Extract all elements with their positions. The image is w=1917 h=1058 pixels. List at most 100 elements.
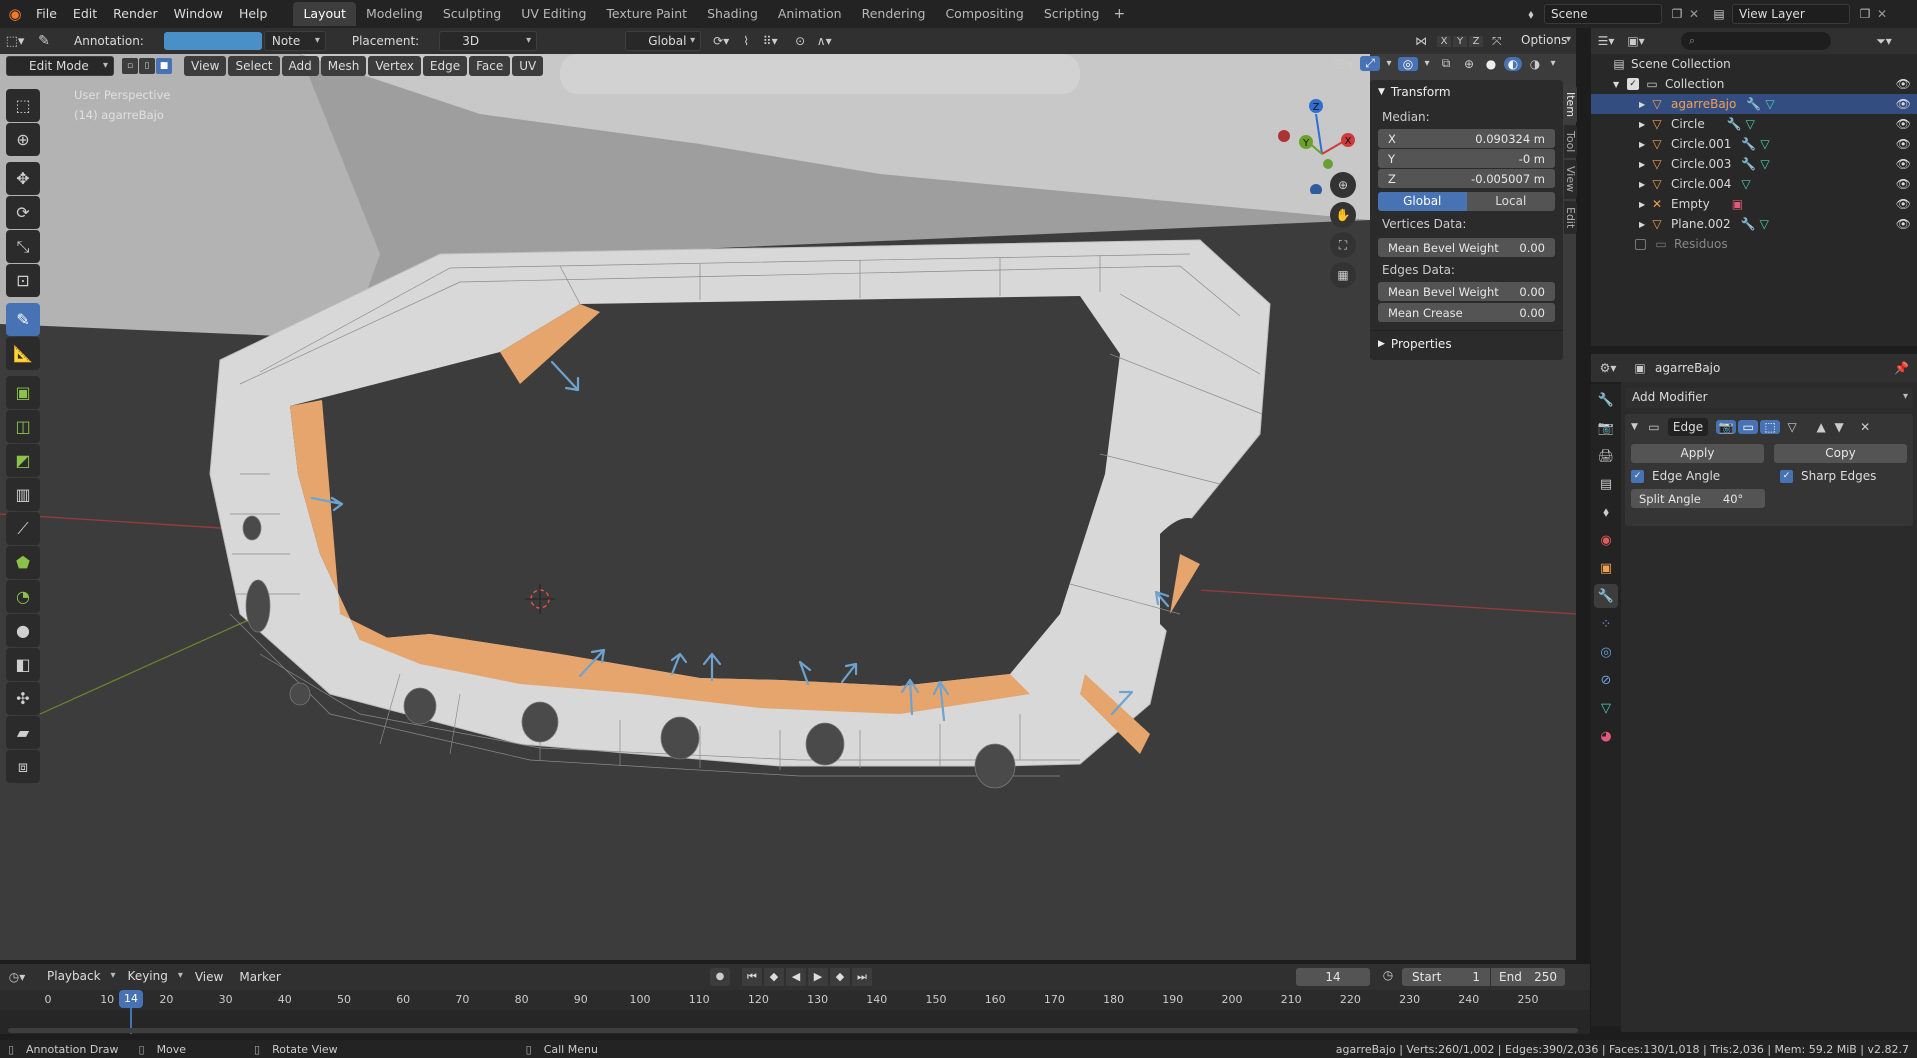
- ortho-grid-icon[interactable]: ▦: [1330, 262, 1356, 288]
- annotate-tool-icon-active[interactable]: ✎: [6, 303, 40, 336]
- view-layer-close-icon[interactable]: ✕: [1874, 7, 1890, 21]
- cage-toggle-icon[interactable]: ▽: [1782, 420, 1802, 434]
- camera-view-icon[interactable]: ⛶: [1330, 232, 1356, 258]
- local-toggle[interactable]: Local: [1466, 192, 1555, 211]
- overlays-icon[interactable]: ◎: [1398, 56, 1418, 71]
- outliner-item-circle-001[interactable]: ▶ ▽ Circle.001 🔧 ▽ 👁: [1591, 134, 1917, 154]
- play-icon[interactable]: ▶: [808, 968, 828, 986]
- record-icon[interactable]: ●: [710, 968, 730, 986]
- expand-icon[interactable]: ▶: [1639, 160, 1649, 169]
- item-eye-icon[interactable]: 👁: [1896, 117, 1911, 131]
- add-workspace-icon[interactable]: +: [1109, 6, 1129, 22]
- render-toggle-icon[interactable]: 📷: [1716, 420, 1737, 434]
- gizmo-toggle-icon[interactable]: ⤢: [1360, 56, 1380, 71]
- inset-tool-icon[interactable]: ◫: [6, 410, 40, 443]
- note-dropdown[interactable]: Note: [263, 31, 326, 51]
- menu-edge[interactable]: Edge: [422, 56, 468, 76]
- view-layer-tab-icon[interactable]: ▤: [1594, 472, 1618, 496]
- item-eye-icon[interactable]: 👁: [1896, 177, 1911, 191]
- tab-view[interactable]: View: [1564, 160, 1577, 199]
- tab-sculpting[interactable]: Sculpting: [433, 2, 511, 26]
- timeline-view-menu[interactable]: View: [188, 967, 230, 987]
- transform-panel-header[interactable]: ▼ Transform: [1370, 80, 1563, 104]
- menu-render[interactable]: Render: [105, 0, 166, 28]
- material-tab-icon[interactable]: ◕: [1594, 724, 1618, 748]
- data-tab-icon[interactable]: ▽: [1594, 696, 1618, 720]
- mode-dropdown[interactable]: Edit Mode: [6, 56, 114, 76]
- spin-tool-icon[interactable]: ◔: [6, 580, 40, 613]
- tab-item[interactable]: Item: [1564, 86, 1577, 124]
- playhead[interactable]: 14: [119, 990, 143, 1008]
- menu-select[interactable]: Select: [228, 56, 280, 76]
- face-select-icon[interactable]: ■: [156, 58, 172, 74]
- scene-field[interactable]: Scene: [1544, 4, 1662, 24]
- item-eye-icon[interactable]: 👁: [1896, 137, 1911, 151]
- remove-modifier-icon[interactable]: ✕: [1856, 420, 1874, 434]
- outliner-item-agarrebajo[interactable]: ▶ ▽ agarreBajo 🔧 ▽ 👁: [1591, 94, 1917, 114]
- menu-vertex[interactable]: Vertex: [368, 56, 421, 76]
- pan-hand-icon[interactable]: ✋: [1330, 202, 1356, 228]
- jump-start-icon[interactable]: ⏮: [742, 968, 762, 986]
- outliner-item-circle[interactable]: ▶ ▽ Circle 🔧 ▽ 👁: [1591, 114, 1917, 134]
- filter-icon[interactable]: ⏷▾: [1871, 34, 1897, 49]
- measure-tool-icon[interactable]: 📐: [6, 337, 40, 370]
- rip-region-tool-icon[interactable]: ⧈: [6, 750, 40, 783]
- extrude-tool-icon[interactable]: ▣: [6, 376, 40, 409]
- expand-icon[interactable]: ▶: [1639, 100, 1649, 109]
- outliner-item-plane-002[interactable]: ▶ ▽ Plane.002 🔧 ▽ 👁: [1591, 214, 1917, 234]
- menu-file[interactable]: File: [28, 0, 65, 28]
- pivot-icon[interactable]: ⟳▾: [707, 34, 735, 48]
- annotation-color-swatch[interactable]: [163, 32, 262, 50]
- vertex-select-icon[interactable]: ▫: [122, 58, 138, 74]
- physics-tab-icon[interactable]: ◎: [1594, 640, 1618, 664]
- smooth-tool-icon[interactable]: ●: [6, 614, 40, 647]
- output-tab-icon[interactable]: 🖨: [1594, 444, 1618, 468]
- menu-add[interactable]: Add: [281, 56, 319, 76]
- rotate-tool-icon[interactable]: ⟳: [6, 196, 40, 229]
- outliner-item-circle-003[interactable]: ▶ ▽ Circle.003 🔧 ▽ 👁: [1591, 154, 1917, 174]
- tool-tab-icon[interactable]: 🔧: [1594, 388, 1618, 412]
- outliner-collection-residuos[interactable]: ▭ Residuos: [1591, 234, 1917, 254]
- tab-tool[interactable]: Tool: [1564, 125, 1577, 159]
- 3d-viewport[interactable]: Edit Mode ▫ ▯ ■ View Select Add Mesh Ver…: [0, 54, 1576, 960]
- expand-icon[interactable]: ▶: [1639, 180, 1649, 189]
- properties-editor-type-icon[interactable]: ⚙▾: [1591, 361, 1625, 375]
- tab-animation[interactable]: Animation: [768, 2, 852, 26]
- edge-slide-tool-icon[interactable]: ◧: [6, 648, 40, 681]
- pin-icon[interactable]: 📌: [1894, 361, 1909, 375]
- vertex-mean-bevel-field[interactable]: Mean Bevel Weight 0.00: [1378, 238, 1555, 257]
- expand-icon[interactable]: ▶: [1639, 200, 1649, 209]
- menu-window[interactable]: Window: [166, 0, 231, 28]
- xray-icon[interactable]: ⧉: [1436, 56, 1456, 71]
- play-reverse-icon[interactable]: ◀: [786, 968, 806, 986]
- shear-tool-icon[interactable]: ▰: [6, 716, 40, 749]
- add-modifier-dropdown[interactable]: Add Modifier: [1625, 388, 1913, 408]
- current-frame-field[interactable]: 14: [1296, 968, 1370, 986]
- preview-range-icon[interactable]: ◷: [1378, 968, 1398, 982]
- scale-tool-icon[interactable]: ⤡: [6, 230, 40, 263]
- editmode-toggle-icon[interactable]: ⬚: [1760, 420, 1781, 434]
- menu-edit[interactable]: Edit: [65, 0, 105, 28]
- modifier-tab-icon[interactable]: 🔧: [1594, 584, 1618, 608]
- split-angle-field[interactable]: Split Angle 40°: [1631, 489, 1765, 508]
- scene-collection-row[interactable]: ▤ Scene Collection: [1591, 54, 1917, 74]
- edge-mean-bevel-field[interactable]: Mean Bevel Weight 0.00: [1378, 282, 1555, 301]
- jump-end-icon[interactable]: ⏭: [852, 968, 872, 986]
- move-down-icon[interactable]: ▼: [1830, 420, 1848, 434]
- item-eye-icon[interactable]: 👁: [1896, 97, 1911, 111]
- constraints-tab-icon[interactable]: ⊘: [1594, 668, 1618, 692]
- options-dropdown[interactable]: Options: [1514, 31, 1576, 51]
- snap-icon[interactable]: ⌇: [735, 34, 757, 48]
- mesh-data-icon[interactable]: ▽: [1765, 97, 1774, 111]
- apply-button[interactable]: Apply: [1631, 444, 1764, 463]
- proportional-falloff-icon[interactable]: ∧▾: [811, 34, 837, 48]
- blender-logo-icon[interactable]: ◉: [2, 5, 28, 23]
- auto-merge-icon[interactable]: ⤧: [1492, 34, 1502, 49]
- tab-rendering[interactable]: Rendering: [852, 2, 936, 26]
- start-frame-field[interactable]: Start 1: [1402, 968, 1490, 986]
- wireframe-shading-icon[interactable]: ⊕: [1460, 57, 1478, 71]
- global-toggle[interactable]: Global: [1378, 192, 1467, 211]
- editor-type-icon[interactable]: ⬚▾: [0, 34, 30, 49]
- edge-angle-checkbox[interactable]: ✓: [1631, 469, 1644, 483]
- expand-icon[interactable]: ▶: [1639, 220, 1649, 229]
